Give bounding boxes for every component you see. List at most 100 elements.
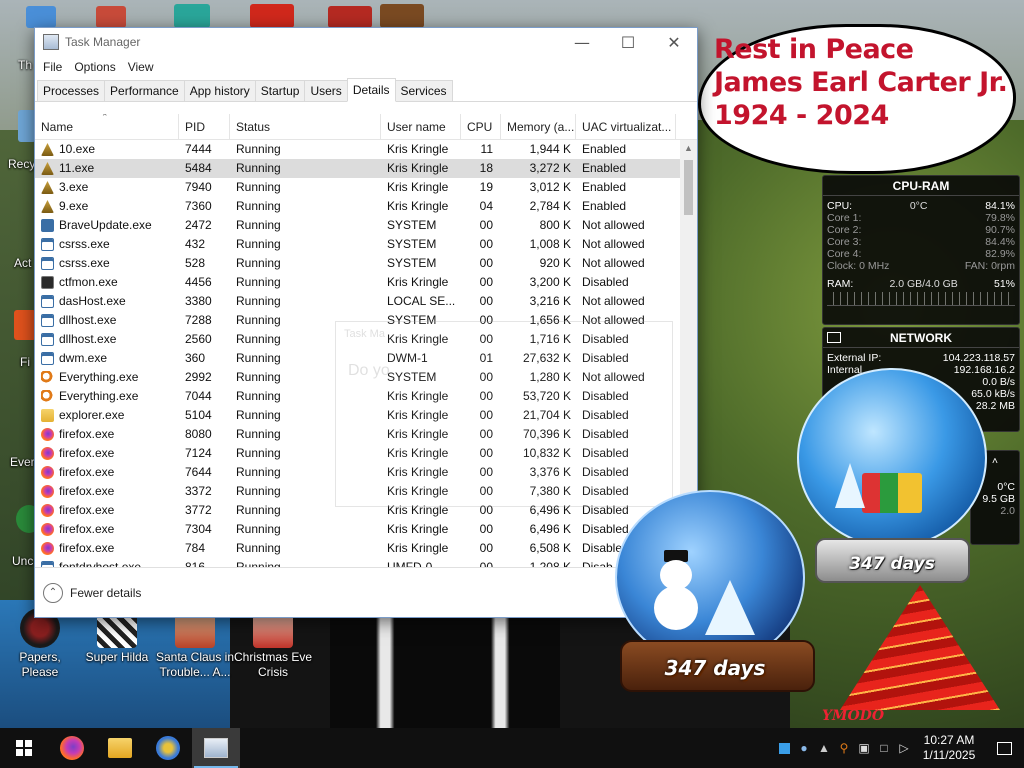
- taskbar-firefox[interactable]: [48, 728, 96, 768]
- gift-boxes-icon: [862, 473, 922, 513]
- firefox-icon: [60, 736, 84, 760]
- desktop-icon-label-partial[interactable]: Th: [18, 58, 32, 72]
- memorial-line: Rest in Peace: [714, 34, 914, 65]
- column-header-pid[interactable]: PID: [179, 114, 230, 139]
- tray-square-icon[interactable]: [774, 728, 794, 768]
- process-name: dllhost.exe: [59, 313, 117, 327]
- desktop-icon-santa-claus-in-trouble[interactable]: Santa Claus in Trouble... A...: [155, 608, 235, 680]
- cell-user: SYSTEM: [387, 218, 437, 232]
- scroll-thumb[interactable]: [684, 160, 693, 215]
- desktop-icon-label: Christmas Eve Crisis: [233, 650, 313, 679]
- table-row[interactable]: 11.exe 5484 Running Kris Kringle 18 3,272 K En…: [35, 159, 697, 178]
- desktop-icon-label-partial[interactable]: Ever: [10, 455, 35, 469]
- cell-pid: 2560: [185, 332, 212, 346]
- start-button[interactable]: [0, 728, 48, 768]
- desktop-icon-label-partial[interactable]: Fi: [20, 355, 30, 369]
- cpu-ram-gadget[interactable]: CPU-RAM CPU: 0°C 84.1% Core 1: 79.8% Core…: [822, 175, 1020, 325]
- cell-cpu: 18: [479, 161, 493, 175]
- desktop-icon-label-partial[interactable]: Recy: [8, 157, 35, 171]
- cell-name: firefox.exe: [35, 539, 179, 558]
- process-name: BraveUpdate.exe: [59, 218, 152, 232]
- column-header-user-name[interactable]: User name: [381, 114, 461, 139]
- tab-app-history[interactable]: App history: [183, 80, 256, 101]
- column-header-memory[interactable]: Memory (a...: [501, 114, 576, 139]
- tray-usb-icon[interactable]: ▣: [854, 728, 874, 768]
- taskbar-app[interactable]: [144, 728, 192, 768]
- maximize-button[interactable]: ☐: [605, 28, 651, 56]
- warning-icon: [41, 143, 54, 156]
- app-icon: [156, 736, 180, 760]
- desktop-icon-image[interactable]: [174, 4, 210, 28]
- cell-pid: 5104: [185, 408, 212, 422]
- tab-users[interactable]: Users: [304, 80, 348, 101]
- desktop-icon-image[interactable]: [250, 4, 294, 28]
- ctf-icon: [41, 276, 54, 289]
- tab-processes[interactable]: Processes: [37, 80, 106, 101]
- footer: ⌃ Fewer details: [35, 567, 697, 617]
- memorial-text: Rest in Peace James Earl Carter Jr. 1924…: [714, 33, 1008, 132]
- cell-memory: 1,944 K: [529, 142, 571, 156]
- windows-logo-icon: [16, 740, 32, 756]
- menu-view[interactable]: View: [122, 60, 160, 74]
- column-header-status[interactable]: Status: [230, 114, 381, 139]
- chevron-up-icon[interactable]: ⌃: [43, 582, 63, 603]
- table-row[interactable]: 10.exe 7444 Running Kris Kringle 11 1,944 K En…: [35, 140, 697, 159]
- minimize-button[interactable]: —: [559, 28, 605, 56]
- tab-details[interactable]: Details: [346, 78, 396, 102]
- title-bar[interactable]: Task Manager — ☐ ✕: [35, 28, 697, 56]
- tray-people-icon[interactable]: ●: [794, 728, 814, 768]
- desktop-icon-label: Papers, Please: [19, 650, 61, 679]
- notification-center-button[interactable]: [984, 728, 1024, 768]
- scroll-up-icon[interactable]: ▲: [680, 140, 697, 157]
- snow-globe-gifts[interactable]: 347 days: [797, 368, 987, 588]
- cell-name: dasHost.exe: [35, 292, 179, 311]
- cell-memory: 3,012 K: [529, 180, 571, 194]
- desktop-icon-image[interactable]: [26, 6, 56, 28]
- table-row[interactable]: BraveUpdate.exe 2472 Running SYSTEM 00 800 K N…: [35, 216, 697, 235]
- fewer-details-link[interactable]: Fewer details: [70, 586, 141, 600]
- tab-performance[interactable]: Performance: [104, 80, 185, 101]
- desktop-icon-image[interactable]: [380, 4, 424, 28]
- snow-globe-snowman[interactable]: 347 days: [615, 490, 815, 700]
- core-label: Core 4:: [827, 248, 862, 260]
- desktop-icon-christmas-eve-crisis[interactable]: Christmas Eve Crisis: [233, 608, 313, 680]
- table-row[interactable]: firefox.exe 784 Running Kris Kringle 00 6,508…: [35, 539, 697, 558]
- cell-memory: 1,008 K: [529, 237, 571, 251]
- tray-everything-icon[interactable]: ⚲: [834, 728, 854, 768]
- process-name: ctfmon.exe: [59, 275, 118, 289]
- close-button[interactable]: ✕: [651, 28, 697, 56]
- taskbar-clock[interactable]: 10:27 AM 1/11/2025: [914, 733, 984, 763]
- cell-pid: 7124: [185, 446, 212, 460]
- desktop-icon-label-partial[interactable]: Act: [14, 256, 31, 270]
- cell-name: 10.exe: [35, 140, 179, 159]
- table-row[interactable]: firefox.exe 7304 Running Kris Kringle 00 6,49…: [35, 520, 697, 539]
- table-row[interactable]: 3.exe 7940 Running Kris Kringle 19 3,012 K Ena…: [35, 178, 697, 197]
- desktop-icon-label-partial[interactable]: Unc: [12, 554, 33, 568]
- taskbar-file-explorer[interactable]: [96, 728, 144, 768]
- column-header-cpu[interactable]: CPU: [461, 114, 501, 139]
- menu-options[interactable]: Options: [68, 60, 121, 74]
- table-row[interactable]: ctfmon.exe 4456 Running Kris Kringle 00 3,200…: [35, 273, 697, 292]
- column-header-uac-virtualization[interactable]: UAC virtualizat...: [576, 114, 676, 139]
- fan-speed: FAN: 0rpm: [964, 260, 1015, 272]
- tray-drop-icon[interactable]: ▲: [814, 728, 834, 768]
- days-countdown: 347 days: [664, 656, 766, 680]
- process-name: dasHost.exe: [59, 294, 126, 308]
- taskbar-task-manager[interactable]: [192, 728, 240, 768]
- cell-name: ctfmon.exe: [35, 273, 179, 292]
- desktop-icon-papers-please[interactable]: Papers, Please: [0, 608, 80, 680]
- network-icon[interactable]: □: [874, 728, 894, 768]
- desktop-icon-image[interactable]: [14, 310, 36, 340]
- table-row[interactable]: csrss.exe 432 Running SYSTEM 00 1,008 K Not al…: [35, 235, 697, 254]
- tab-startup[interactable]: Startup: [254, 80, 306, 101]
- table-row[interactable]: csrss.exe 528 Running SYSTEM 00 920 K Not allo…: [35, 254, 697, 273]
- table-row[interactable]: 9.exe 7360 Running Kris Kringle 04 2,784 K Ena…: [35, 197, 697, 216]
- desktop-icon-image[interactable]: [328, 6, 372, 28]
- tab-services[interactable]: Services: [394, 80, 453, 101]
- cell-user: Kris Kringle: [387, 275, 449, 289]
- task-manager-window[interactable]: Task Manager — ☐ ✕ File Options View Pro…: [34, 27, 698, 618]
- menu-file[interactable]: File: [37, 60, 68, 74]
- desktop-icon-image[interactable]: [96, 6, 126, 28]
- volume-icon[interactable]: ▷: [894, 728, 914, 768]
- table-row[interactable]: dasHost.exe 3380 Running LOCAL SE... 00 3,216…: [35, 292, 697, 311]
